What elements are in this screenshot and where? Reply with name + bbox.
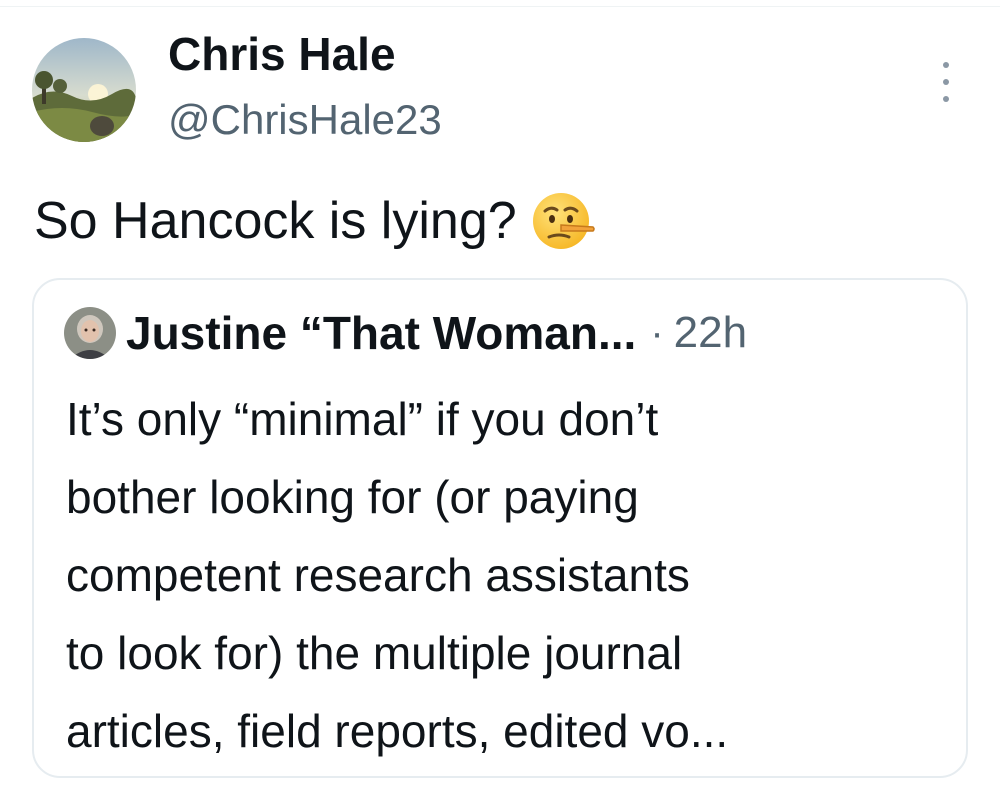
tweet-text: So Hancock is lying? bbox=[34, 188, 595, 254]
quoted-text-line: competent research assistants bbox=[66, 549, 690, 601]
author-avatar[interactable] bbox=[32, 38, 136, 142]
portrait-avatar-icon bbox=[64, 307, 116, 359]
more-dot bbox=[943, 62, 949, 68]
quoted-tweet-time[interactable]: 22h bbox=[674, 306, 747, 360]
author-display-name[interactable]: Chris Hale bbox=[168, 28, 396, 80]
lying-face-emoji-icon bbox=[532, 193, 595, 249]
more-options-icon[interactable] bbox=[931, 62, 961, 102]
quoted-text-line: It’s only “minimal” if you don’t bbox=[66, 393, 659, 445]
quoted-tweet-text: It’s only “minimal” if you don’t bother … bbox=[66, 380, 946, 770]
top-divider bbox=[0, 0, 1000, 7]
quoted-author-name[interactable]: Justine “That Woman... bbox=[126, 306, 636, 360]
author-handle[interactable]: @ChrisHale23 bbox=[168, 94, 442, 146]
tweet-text-content: So Hancock is lying? bbox=[34, 192, 517, 250]
more-dot bbox=[943, 79, 949, 85]
quoted-text-line: articles, field reports, edited vo... bbox=[66, 705, 729, 757]
time-separator: · bbox=[650, 311, 664, 355]
quoted-tweet-card[interactable]: Justine “That Woman... · 22h It’s only “… bbox=[32, 278, 968, 778]
quoted-text-line: to look for) the multiple journal bbox=[66, 627, 683, 679]
quoted-tweet-header: Justine “That Woman... · 22h bbox=[64, 306, 747, 360]
quoted-author-avatar[interactable] bbox=[64, 307, 116, 359]
more-dot bbox=[943, 96, 949, 102]
quoted-text-line: bother looking for (or paying bbox=[66, 471, 639, 523]
landscape-avatar-icon bbox=[32, 38, 136, 142]
